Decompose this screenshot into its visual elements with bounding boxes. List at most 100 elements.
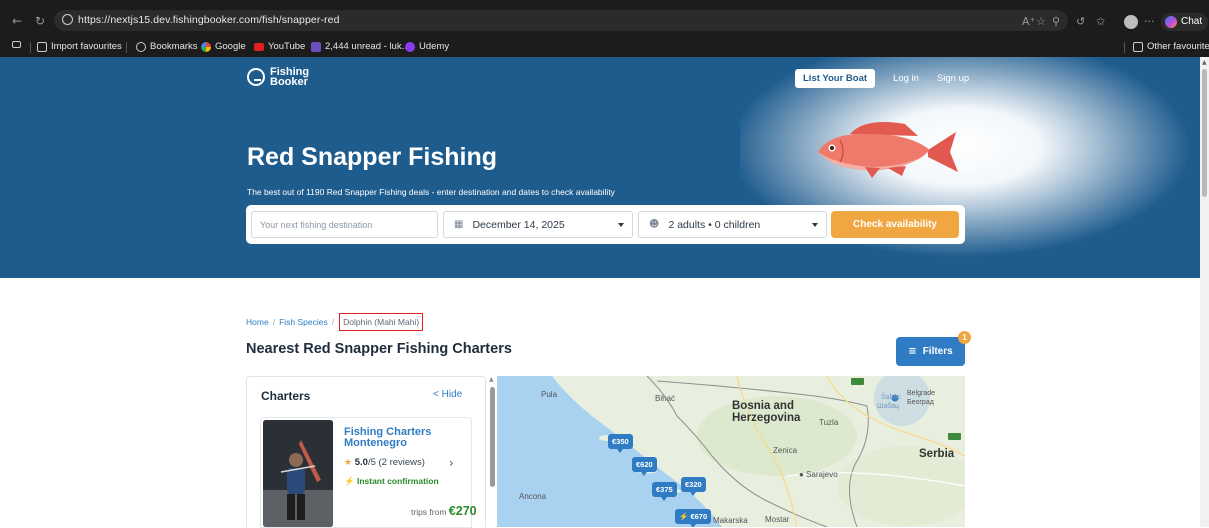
map-price-pin[interactable]: €375: [652, 482, 677, 501]
chevron-down-icon: [812, 223, 818, 227]
filters-label: Filters: [922, 346, 953, 357]
breadcrumb-current: Dolphin (Mahi Mahi): [339, 313, 424, 331]
filters-count-badge: 1: [958, 331, 971, 344]
copilot-icon: [1165, 16, 1177, 28]
map-city-ancona: Ancona: [519, 492, 547, 501]
page-scrollbar[interactable]: ▲: [1200, 57, 1209, 527]
map-city-sabac-cyrillic: Шабац: [877, 403, 900, 410]
bookmark-youtube[interactable]: YouTube: [254, 41, 305, 52]
scrollbar-thumb[interactable]: [1202, 69, 1207, 197]
map-region-bosnia: Bosnia and Herzegovina: [732, 400, 801, 424]
search-form: Your next fishing destination ▦ December…: [246, 205, 965, 244]
more-menu-icon[interactable]: ···: [1144, 16, 1155, 28]
scroll-up-icon[interactable]: ▲: [1202, 59, 1207, 66]
list-scrollbar-thumb[interactable]: [490, 387, 495, 487]
bookmark-import-favourites[interactable]: Import favourites: [37, 41, 122, 52]
breadcrumb: Home / Fish Species / Dolphin (Mahi Mahi…: [246, 313, 424, 331]
map-price-pin[interactable]: €350: [608, 434, 633, 453]
road-shield-icon: [851, 378, 864, 385]
destination-placeholder: Your next fishing destination: [260, 219, 373, 230]
map-city-sarajevo: ● Sarajevo: [799, 470, 838, 479]
other-favourites[interactable]: Other favourites: [1133, 41, 1209, 52]
map-price-pin[interactable]: €320: [681, 477, 706, 496]
charter-card[interactable]: Fishing Charters Montenegro ★ 5.0/5 (2 r…: [260, 417, 477, 528]
other-favourites-label: Other favourites: [1147, 41, 1209, 52]
bookmark-google[interactable]: Google: [201, 41, 246, 52]
map-city-belgrade-cyrillic: Београд: [907, 399, 934, 406]
charters-map[interactable]: Pula Bihać Bosnia and Herzegovina Tuzla Z…: [497, 376, 965, 527]
folder-icon: [1133, 41, 1143, 52]
header-nav: List Your Boat Log in Sign up: [795, 69, 969, 88]
charters-title: Charters: [261, 389, 311, 403]
back-icon[interactable]: ←: [12, 14, 22, 28]
check-availability-button[interactable]: Check availability: [831, 211, 959, 238]
scroll-up-icon[interactable]: ▲: [489, 376, 494, 383]
google-icon: [201, 41, 211, 52]
person-icon: ☻: [649, 219, 660, 230]
site-info-icon[interactable]: [62, 14, 73, 25]
hero-glow: [740, 57, 1200, 278]
date-picker[interactable]: ▦ December 14, 2025: [443, 211, 633, 238]
bookmark-label: 2,444 unread - luk...: [325, 41, 410, 52]
mail-icon: [311, 41, 321, 52]
bookmark-label: Bookmarks: [150, 41, 198, 52]
price-prefix: trips from: [411, 507, 447, 517]
destination-input[interactable]: Your next fishing destination: [251, 211, 438, 238]
hero-banner: Fishing Booker List Your Boat Log in Sig…: [0, 57, 1200, 278]
chevron-down-icon: [618, 223, 624, 227]
breadcrumb-home[interactable]: Home: [246, 317, 269, 327]
lightning-icon: ⚡: [344, 476, 355, 486]
location-icon[interactable]: ⚲: [1052, 16, 1060, 28]
charters-list-scrollbar[interactable]: ▲: [488, 376, 496, 527]
login-link[interactable]: Log in: [893, 73, 919, 84]
url-text[interactable]: https://nextjs15.dev.fishingbooker.com/f…: [78, 14, 340, 26]
instant-label: Instant confirmation: [356, 476, 439, 486]
address-row: ← ↻ https://nextjs15.dev.fishingbooker.c…: [0, 7, 1209, 37]
chevron-left-icon: <: [433, 389, 442, 400]
chevron-right-icon[interactable]: ›: [449, 456, 454, 470]
import-icon: [37, 41, 47, 52]
price-value: €270: [448, 504, 477, 518]
copilot-chat-button[interactable]: Chat: [1161, 13, 1209, 31]
map-city-bihac: Bihać: [655, 394, 676, 403]
reload-icon[interactable]: ↻: [35, 14, 45, 28]
map-city-makarska: Makarska: [713, 516, 748, 525]
read-aloud-icon[interactable]: A⁺: [1022, 16, 1035, 28]
map-price-pin[interactable]: ⚡ €670: [675, 509, 712, 527]
map-region-serbia: Serbia: [919, 448, 955, 460]
bookmark-divider: [1124, 42, 1125, 53]
extensions-icon[interactable]: ↺: [1076, 16, 1085, 28]
rating-reviews: /5 (2 reviews): [367, 457, 425, 468]
bookmarks-bar: Import favourites Bookmarks Google YouTu…: [0, 38, 1209, 57]
hide-list-button[interactable]: < Hide: [433, 389, 462, 400]
breadcrumb-fish-species[interactable]: Fish Species: [279, 317, 328, 327]
bookmark-divider: [30, 42, 31, 53]
bookmark-udemy[interactable]: Udemy: [405, 41, 449, 52]
udemy-icon: [405, 41, 415, 52]
bookmark-label: YouTube: [268, 41, 306, 52]
breadcrumb-separator: /: [272, 317, 276, 327]
date-value: December 14, 2025: [472, 218, 565, 231]
fishingbooker-logo[interactable]: Fishing Booker: [247, 67, 309, 88]
list-your-boat-button[interactable]: List Your Boat: [795, 69, 876, 88]
section-title: Nearest Red Snapper Fishing Charters: [246, 341, 512, 357]
charter-photo[interactable]: [263, 420, 333, 527]
guests-value: 2 adults • 0 children: [668, 218, 761, 231]
filters-button[interactable]: ≡ Filters: [896, 337, 965, 366]
hero-subtitle: The best out of 1190 Red Snapper Fishing…: [247, 187, 615, 197]
charters-panel: Charters < Hide Fishing Charters Montene…: [246, 376, 486, 528]
logo-icon: [247, 68, 265, 86]
bookmark-bookmarks[interactable]: Bookmarks: [136, 41, 198, 52]
tab-actions-icon[interactable]: [12, 41, 21, 48]
address-bar[interactable]: https://nextjs15.dev.fishingbooker.com/f…: [54, 10, 1068, 31]
favorites-icon[interactable]: ✩: [1096, 16, 1105, 28]
map-city-mostar: Mostar: [765, 515, 790, 524]
charter-name[interactable]: Fishing Charters Montenegro: [344, 427, 454, 449]
favorite-star-icon[interactable]: ☆: [1036, 16, 1046, 28]
guests-selector[interactable]: ☻ 2 adults • 0 children: [638, 211, 827, 238]
bookmark-mail[interactable]: 2,444 unread - luk...: [311, 41, 410, 52]
filter-icon: ≡: [908, 346, 917, 357]
map-price-pin[interactable]: €620: [632, 457, 657, 476]
profile-avatar[interactable]: [1124, 15, 1138, 29]
signup-link[interactable]: Sign up: [937, 73, 969, 84]
